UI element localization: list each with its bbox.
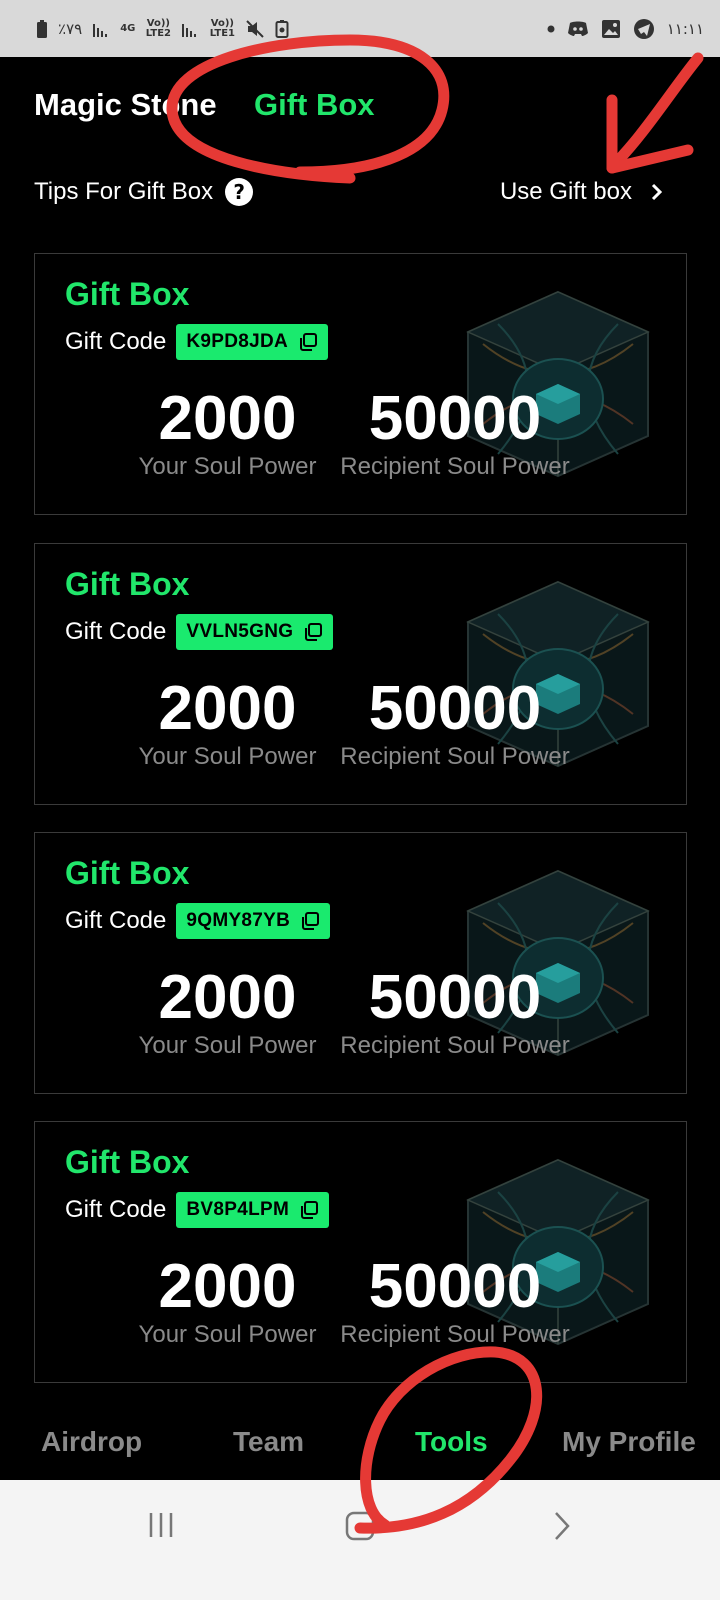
recipient-soul-power: 50000 Recipient Soul Power <box>335 1254 575 1350</box>
nav-my-profile[interactable]: My Profile <box>562 1426 696 1458</box>
your-soul-power-value: 2000 <box>158 384 297 453</box>
your-soul-power: 2000 Your Soul Power <box>135 386 320 482</box>
gallery-icon <box>601 19 621 39</box>
status-left: ٪٧٩ 4G Vo)) LTE2 Vo)) LTE1 <box>36 17 289 39</box>
card-title: Gift Box <box>65 276 190 312</box>
volte-2: Vo)) LTE2 <box>145 17 172 39</box>
recipient-soul-power: 50000 Recipient Soul Power <box>335 386 575 482</box>
gift-code-label: Gift Code <box>65 618 167 645</box>
gift-box-card: Gift Box Gift Code BV8P4LPM 2000 Your So… <box>34 1121 687 1383</box>
gift-code-badge[interactable]: K9PD8JDA <box>176 324 329 360</box>
signal-icon-2 <box>181 20 199 38</box>
your-soul-power: 2000 Your Soul Power <box>135 676 320 772</box>
tips-row: Tips For Gift Box ? Use Gift box <box>34 172 662 212</box>
recipient-soul-power-value: 50000 <box>368 384 542 453</box>
battery-icon <box>36 19 48 39</box>
recipient-soul-power-label: Recipient Soul Power <box>340 453 570 480</box>
your-soul-power-value: 2000 <box>158 963 297 1032</box>
question-circle-icon[interactable]: ? <box>225 178 254 206</box>
recipient-soul-power-value: 50000 <box>368 674 542 743</box>
recipient-soul-power-label: Recipient Soul Power <box>340 1032 570 1059</box>
gift-code-value: VVLN5GNG <box>186 621 294 642</box>
discord-icon <box>567 20 589 38</box>
gift-code-badge[interactable]: BV8P4LPM <box>176 1192 330 1228</box>
chevron-right-icon <box>650 182 662 202</box>
gift-box-card: Gift Box Gift Code K9PD8JDA 2000 Your So… <box>34 253 687 515</box>
tab-gift-box[interactable]: Gift Box <box>254 87 375 123</box>
telegram-icon <box>633 18 655 40</box>
clock: ١١:١١ <box>666 19 704 38</box>
home-button[interactable] <box>344 1510 376 1542</box>
recipient-soul-power: 50000 Recipient Soul Power <box>335 676 575 772</box>
copy-icon[interactable] <box>300 911 320 931</box>
tab-magic-stone[interactable]: Magic Stone <box>34 87 217 123</box>
copy-icon[interactable] <box>303 622 323 642</box>
gift-code-row: Gift Code 9QMY87YB <box>65 903 331 939</box>
gift-code-value: 9QMY87YB <box>186 910 291 931</box>
status-bar: ٪٧٩ 4G Vo)) LTE2 Vo)) LTE1 ١١:١١ <box>0 0 720 57</box>
recents-button[interactable] <box>146 1510 176 1540</box>
tips-label: Tips For Gift Box <box>34 178 214 205</box>
recipient-soul-power-value: 50000 <box>368 963 542 1032</box>
gift-code-badge[interactable]: VVLN5GNG <box>176 614 334 650</box>
recipient-soul-power-label: Recipient Soul Power <box>340 743 570 770</box>
gift-code-label: Gift Code <box>65 328 167 355</box>
nav-team[interactable]: Team <box>233 1426 304 1458</box>
system-nav-bar <box>0 1480 720 1600</box>
your-soul-power-label: Your Soul Power <box>138 1032 317 1059</box>
card-title: Gift Box <box>65 1144 190 1180</box>
use-gift-box-label: Use Gift box <box>499 178 632 205</box>
gift-code-row: Gift Code VVLN5GNG <box>65 614 334 650</box>
gift-code-value: BV8P4LPM <box>186 1199 290 1220</box>
gift-code-row: Gift Code K9PD8JDA <box>65 324 329 360</box>
your-soul-power-label: Your Soul Power <box>138 453 317 480</box>
your-soul-power: 2000 Your Soul Power <box>135 965 320 1061</box>
use-gift-box-link[interactable]: Use Gift box <box>500 178 662 206</box>
battery-saver-icon <box>275 19 289 39</box>
nav-airdrop[interactable]: Airdrop <box>41 1426 142 1458</box>
header: Magic Stone Gift Box <box>0 57 720 157</box>
status-right: ١١:١١ <box>547 18 704 40</box>
your-soul-power-value: 2000 <box>158 674 297 743</box>
back-button[interactable] <box>552 1510 572 1542</box>
copy-icon[interactable] <box>299 1200 319 1220</box>
recipient-soul-power-value: 50000 <box>368 1252 542 1321</box>
your-soul-power-label: Your Soul Power <box>138 743 317 770</box>
card-title: Gift Box <box>65 855 190 891</box>
network-type: 4G <box>120 22 136 34</box>
recipient-soul-power: 50000 Recipient Soul Power <box>335 965 575 1061</box>
bottom-nav: Airdrop Team Tools My Profile <box>0 1410 720 1480</box>
volte-1: Vo)) LTE1 <box>209 17 236 39</box>
gift-code-badge[interactable]: 9QMY87YB <box>176 903 331 939</box>
card-title: Gift Box <box>65 566 190 602</box>
gift-code-label: Gift Code <box>65 1196 167 1223</box>
your-soul-power: 2000 Your Soul Power <box>135 1254 320 1350</box>
mute-icon <box>245 19 265 39</box>
your-soul-power-label: Your Soul Power <box>138 1321 317 1348</box>
gift-code-value: K9PD8JDA <box>186 331 289 352</box>
battery-percent: ٪٧٩ <box>58 19 83 38</box>
gift-code-label: Gift Code <box>65 907 167 934</box>
gift-box-card: Gift Box Gift Code VVLN5GNG 2000 Your So… <box>34 543 687 805</box>
copy-icon[interactable] <box>298 332 318 352</box>
gift-box-card: Gift Box Gift Code 9QMY87YB 2000 Your So… <box>34 832 687 1094</box>
your-soul-power-value: 2000 <box>158 1252 297 1321</box>
signal-icon <box>92 20 110 38</box>
dot-icon <box>547 25 555 33</box>
recipient-soul-power-label: Recipient Soul Power <box>340 1321 570 1348</box>
nav-tools[interactable]: Tools <box>415 1426 488 1458</box>
gift-code-row: Gift Code BV8P4LPM <box>65 1192 330 1228</box>
